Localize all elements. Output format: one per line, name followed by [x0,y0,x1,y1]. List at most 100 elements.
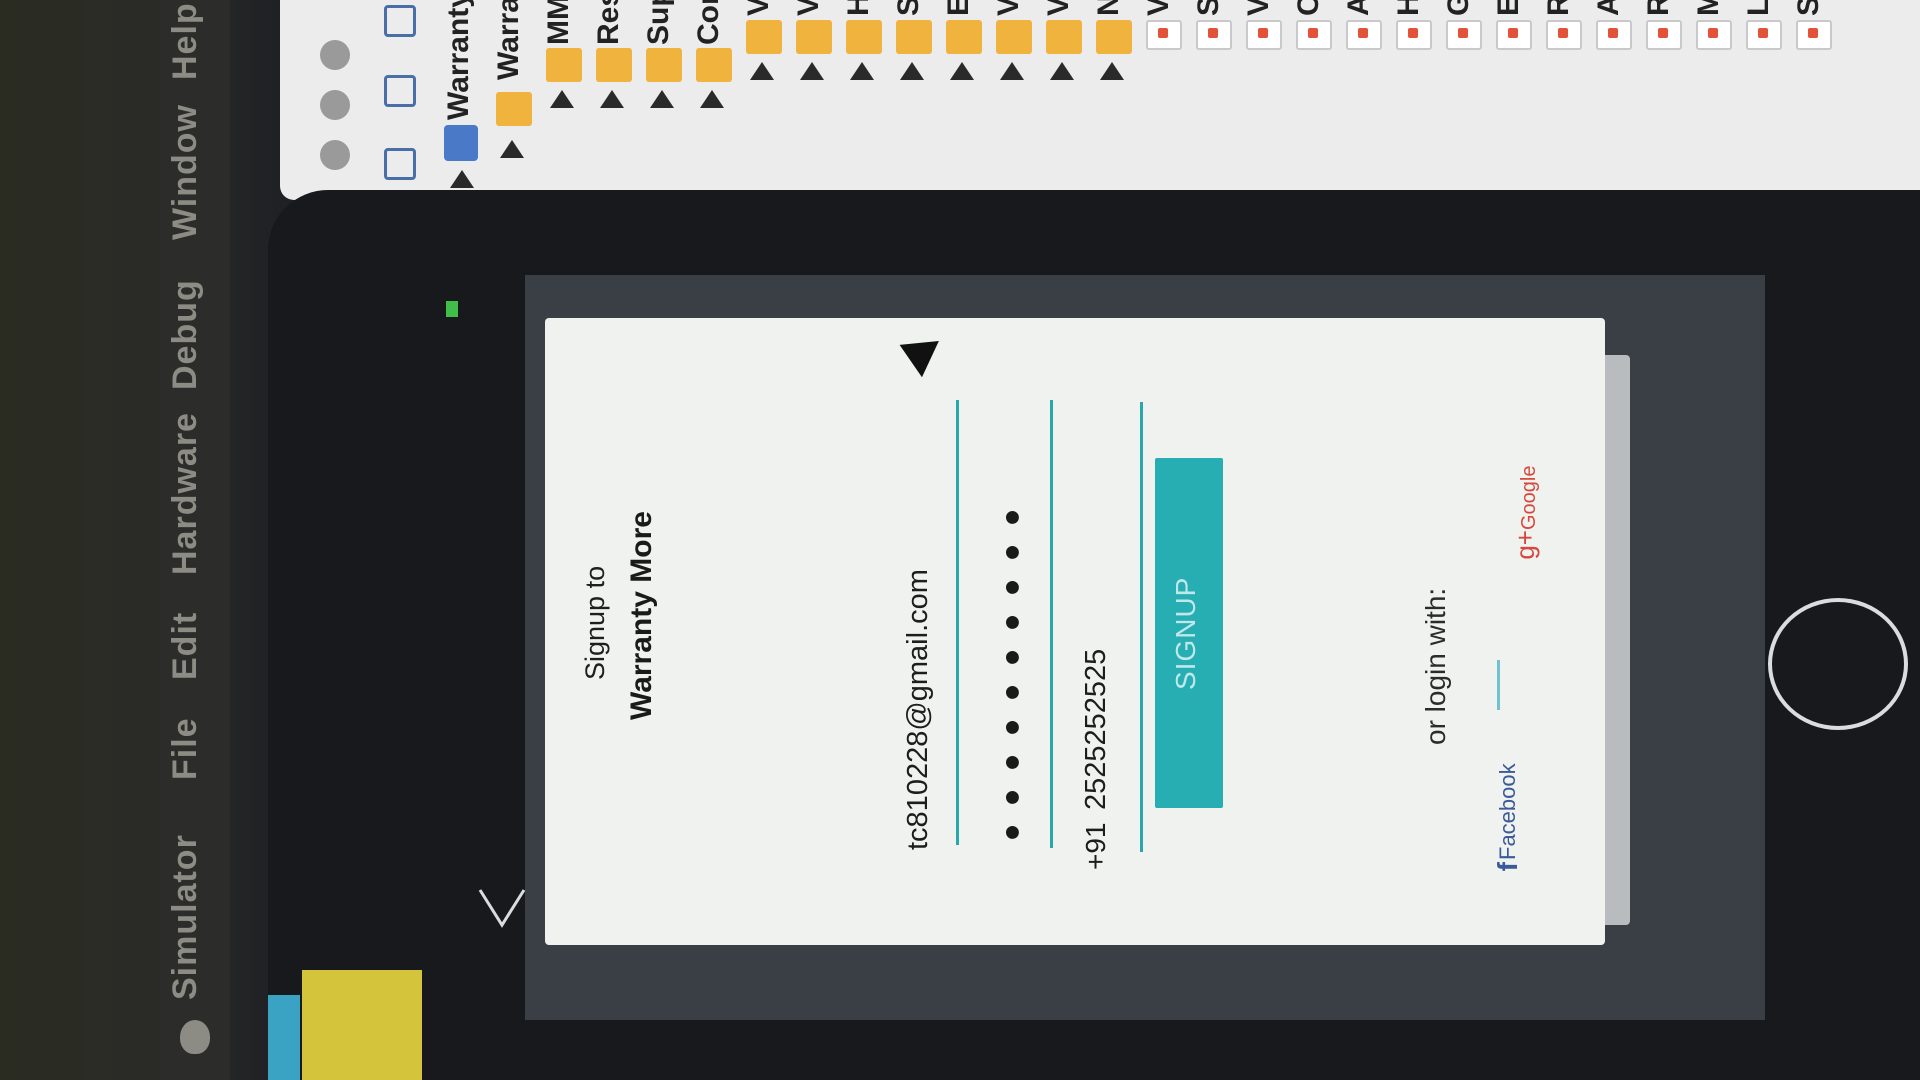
navigator-item-label: G [1442,0,1475,16]
facebook-icon[interactable]: f [1492,862,1524,871]
group-row[interactable]: Warra [490,0,540,200]
navigator-row[interactable]: L [1740,0,1790,200]
project-row[interactable]: Warranty [440,0,490,200]
facebook-login-label[interactable]: Facebook [1495,760,1521,860]
disclosure-triangle-icon[interactable] [850,62,874,80]
google-plus-icon[interactable]: g+ [1510,530,1541,560]
apple-icon[interactable] [180,1020,210,1054]
navigator-row[interactable]: Res [590,0,640,200]
disclosure-triangle-icon[interactable] [950,62,974,80]
navigator-row[interactable]: H [840,0,890,200]
navigator-item-label: V [792,0,825,16]
email-field-underline [956,400,959,845]
navigator-item-label: N [1092,0,1125,16]
project-name: Warranty [442,0,475,120]
navigator-row[interactable]: Sup [640,0,690,200]
navigator-row[interactable]: V [1040,0,1090,200]
navigator-row[interactable]: S [1190,0,1240,200]
country-code-label[interactable]: +91 [1080,820,1112,871]
disclosure-triangle-icon[interactable] [650,90,674,108]
signup-heading: Signup to [580,565,610,680]
folder-icon [896,20,932,54]
navigator-item-label: E [942,0,975,16]
hierarchy-navigator-icon[interactable] [384,5,416,37]
menu-hardware[interactable]: Hardware [166,395,226,575]
disclosure-triangle-icon[interactable] [600,90,624,108]
disclosure-triangle-icon[interactable] [900,62,924,80]
navigator-row[interactable]: H [1390,0,1440,200]
navigator-row[interactable]: V [1140,0,1190,200]
navigator-row[interactable]: Cor [690,0,740,200]
menu-help[interactable]: Help [166,0,226,80]
dock-app-icon[interactable] [302,970,422,1080]
navigator-row[interactable]: R [1640,0,1690,200]
navigator-row[interactable]: V [1240,0,1290,200]
signup-button-label[interactable]: SIGNUP [1170,577,1202,690]
navigator-row[interactable]: M [1690,0,1740,200]
navigator-row[interactable]: V [790,0,840,200]
home-button[interactable] [1768,598,1908,730]
folder-icon [796,20,832,54]
issue-navigator-icon[interactable] [384,75,416,107]
phone-field[interactable]: 2525252525 [1080,645,1113,810]
alt-login-label: or login with: [1420,587,1451,745]
navigator-row[interactable]: E [940,0,990,200]
folder-icon [746,20,782,54]
disclosure-triangle-icon[interactable] [500,140,524,158]
navigator-row[interactable]: A [1590,0,1640,200]
file-icon [1196,20,1232,50]
folder-icon [1096,20,1132,54]
chevron-down-icon[interactable] [472,880,532,940]
disclosure-triangle-icon[interactable] [450,170,474,188]
minimize-window-button[interactable] [320,90,350,120]
navigator-row[interactable]: N [1090,0,1140,200]
navigator-item-label: Res [592,0,625,45]
navigator-row[interactable]: MM [540,0,590,200]
menu-simulator[interactable]: Simulator [166,800,226,1000]
folder-icon [696,48,732,82]
navigator-item-label: V [742,0,775,16]
folder-icon [496,92,532,126]
password-field[interactable]: ●●●●●●●●●● [996,500,1030,850]
navigator-row[interactable]: A [1340,0,1390,200]
navigator-item-label: S [1192,0,1225,16]
navigator-item-label: E [1492,0,1525,16]
email-field[interactable]: tc810228@gmail.com [902,520,935,850]
navigator-item-label: R [1642,0,1675,16]
navigator-row[interactable]: C [1290,0,1340,200]
navigator-item-label: H [1392,0,1425,16]
close-window-button[interactable] [320,140,350,170]
password-field-underline [1050,400,1053,848]
disclosure-triangle-icon[interactable] [1000,62,1024,80]
phone-field-underline [1140,402,1143,852]
project-icon [444,125,478,161]
disclosure-triangle-icon[interactable] [1100,62,1124,80]
disclosure-triangle-icon[interactable] [750,62,774,80]
folder-icon [1046,20,1082,54]
zoom-window-button[interactable] [320,40,350,70]
file-icon [1496,20,1532,50]
navigator-item-label: V [1142,0,1175,16]
navigator-row[interactable]: G [1440,0,1490,200]
dock-app-icon[interactable] [268,995,300,1080]
menu-window[interactable]: Window [166,90,226,240]
disclosure-triangle-icon[interactable] [1050,62,1074,80]
disclosure-triangle-icon[interactable] [700,90,724,108]
navigator-row[interactable]: E [1490,0,1540,200]
menu-edit[interactable]: Edit [166,590,226,680]
file-icon [1446,20,1482,50]
menu-file[interactable]: File [166,690,226,780]
menu-debug[interactable]: Debug [166,250,226,390]
navigator-row[interactable]: V [990,0,1040,200]
navigator-item-label: M [1692,0,1725,16]
folder-navigator-icon[interactable] [384,148,416,180]
navigator-row[interactable]: S [1790,0,1840,200]
navigator-item-label: S [1792,0,1825,16]
screen-photo: Simulator File Edit Hardware Debug Windo… [0,0,1920,1080]
navigator-row[interactable]: R [1540,0,1590,200]
disclosure-triangle-icon[interactable] [800,62,824,80]
disclosure-triangle-icon[interactable] [550,90,574,108]
google-login-label[interactable]: Google [1518,466,1541,531]
navigator-row[interactable]: S [890,0,940,200]
navigator-row[interactable]: V [740,0,790,200]
